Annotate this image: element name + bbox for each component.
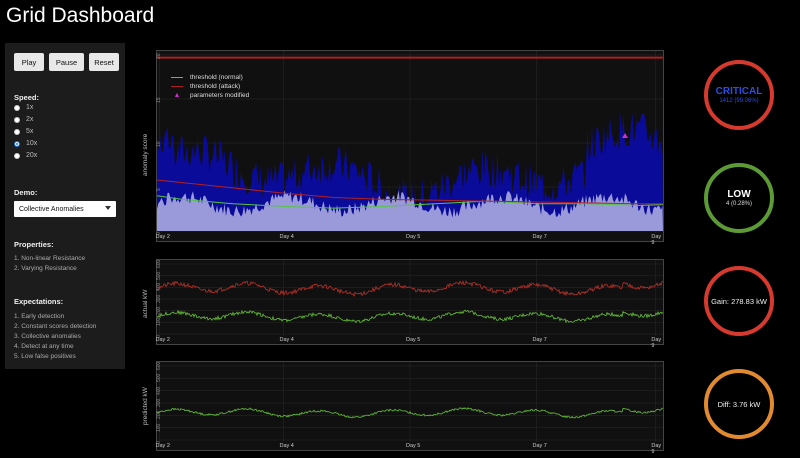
x-tick-label: Day 4 xyxy=(279,443,294,449)
play-button[interactable]: Play xyxy=(14,53,44,71)
low-label: LOW xyxy=(727,189,751,200)
x-tick-label: Day 5 xyxy=(406,234,421,240)
y-tick-label: 10 xyxy=(156,141,162,147)
speed-title: Speed: xyxy=(14,93,40,102)
critical-detail: 1412 (99.06%) xyxy=(719,98,759,104)
radio-icon[interactable] xyxy=(14,104,20,111)
chevron-down-icon xyxy=(105,206,111,210)
y-tick-label: 400 xyxy=(156,282,162,292)
actual-kw-plot xyxy=(157,260,663,336)
y-tick-label: 15 xyxy=(156,97,162,103)
speed-option-2x[interactable]: 2x xyxy=(14,116,33,123)
x-tick-label: Day 7 xyxy=(532,234,547,240)
predicted-kw-chart: Day 2 Day 4 Day 5 Day 7 Day 9 0 100 200 300 400 50… xyxy=(156,361,664,455)
legend-swatch xyxy=(171,76,183,79)
properties-title: Properties: xyxy=(14,240,54,249)
x-tick-label: Day 5 xyxy=(406,443,421,449)
demo-select-value: Collective Anomalies xyxy=(19,205,84,213)
legend-item-parameters-modified: ▲ parameters modified xyxy=(171,91,250,100)
y-tick-label: 200 xyxy=(156,410,162,420)
radio-icon[interactable] xyxy=(14,152,20,159)
y-tick-label: 0 xyxy=(156,232,162,235)
y-tick-label: 100 xyxy=(156,317,162,327)
y-tick-label: 500 xyxy=(156,271,162,280)
diff-label: Diff: 3.76 kW xyxy=(717,399,761,409)
critical-status-circle: CRITICAL 1412 (99.06%) xyxy=(704,60,774,130)
y-tick-label: 600 xyxy=(156,259,162,268)
critical-label: CRITICAL xyxy=(715,86,763,97)
demo-select[interactable]: Collective Anomalies xyxy=(14,201,116,217)
expectation-item: 3. Collective anomalies xyxy=(14,333,81,340)
anomaly-score-chart: threshold (normal) threshold (attack) ▲ … xyxy=(156,50,664,246)
triangle-marker-icon: ▲ xyxy=(173,92,181,99)
expectations-title: Expectations: xyxy=(14,297,64,306)
speed-option-10x[interactable]: 10x xyxy=(14,140,37,147)
app-title: Grid Dashboard xyxy=(6,4,155,27)
speed-option-1x[interactable]: 1x xyxy=(14,104,33,111)
chart-legend: threshold (normal) threshold (attack) ▲ … xyxy=(171,73,249,100)
low-detail: 4 (0.28%) xyxy=(725,201,752,207)
low-status-circle: LOW 4 (0.28%) xyxy=(704,163,774,233)
actual-kw-chart: Day 2 Day 4 Day 5 Day 7 Day 9 0 100 200 300 400 50… xyxy=(156,259,664,349)
radio-icon[interactable] xyxy=(14,128,20,135)
x-tick-label: Day 4 xyxy=(279,337,294,343)
legend-swatch xyxy=(171,85,183,88)
x-tick-label: Day 7 xyxy=(532,443,547,449)
app-header: Grid Dashboard xyxy=(0,0,800,40)
diff-status-circle: Diff: 3.76 kW xyxy=(704,369,774,439)
x-tick-label: Day 4 xyxy=(279,234,294,240)
radio-icon[interactable] xyxy=(14,116,20,123)
gain-status-circle: Gain: 278.83 kW xyxy=(704,266,774,336)
expectation-item: 5. Low false positives xyxy=(14,353,76,360)
y-tick-label: 400 xyxy=(156,386,162,395)
y-tick-label: 5 xyxy=(156,188,162,191)
control-sidebar: Play Pause Reset Speed: 1x 2x 5x 10x 20x… xyxy=(5,43,125,369)
expectation-item: 1. Early detection xyxy=(14,313,65,320)
y-tick-label: 300 xyxy=(156,398,162,407)
x-tick-label: Day 9 xyxy=(651,234,662,246)
demo-title: Demo: xyxy=(14,188,38,197)
y-tick-label: 0 xyxy=(156,441,162,444)
reset-button[interactable]: Reset xyxy=(89,53,119,71)
anomaly-score-ylabel: anomaly score xyxy=(142,133,149,176)
legend-item-threshold-normal: threshold (normal) xyxy=(171,73,249,82)
expectation-item: 2. Constant scores detection xyxy=(14,323,97,330)
gain-label: Gain: 278.83 kW xyxy=(711,296,767,306)
expectation-item: 4. Detect at any time xyxy=(14,343,74,350)
y-tick-label: 300 xyxy=(156,294,162,303)
x-tick-label: Day 5 xyxy=(406,337,421,343)
speed-option-20x[interactable]: 20x xyxy=(14,152,37,159)
y-tick-label: 500 xyxy=(156,373,162,383)
y-tick-label: 200 xyxy=(156,306,162,315)
radio-selected-icon[interactable] xyxy=(14,140,20,147)
speed-option-5x[interactable]: 5x xyxy=(14,128,33,135)
x-tick-label: Day 9 xyxy=(651,337,662,349)
x-tick-label: Day 9 xyxy=(651,443,662,455)
actual-kw-ylabel: actual kW xyxy=(142,289,149,318)
x-tick-label: Day 7 xyxy=(532,337,547,343)
predicted-kw-plot xyxy=(157,362,663,442)
y-tick-label: 600 xyxy=(156,361,162,370)
property-item: 2. Varying Resistance xyxy=(14,265,77,272)
y-tick-label: 100 xyxy=(156,423,162,432)
y-tick-label: 20 xyxy=(156,53,162,59)
predicted-kw-ylabel: predicted kW xyxy=(142,387,149,425)
pause-button[interactable]: Pause xyxy=(49,53,84,71)
property-item: 1. Non-linear Resistance xyxy=(14,255,86,262)
legend-item-threshold-attack: threshold (attack) xyxy=(171,82,249,91)
y-tick-label: 0 xyxy=(156,335,162,338)
